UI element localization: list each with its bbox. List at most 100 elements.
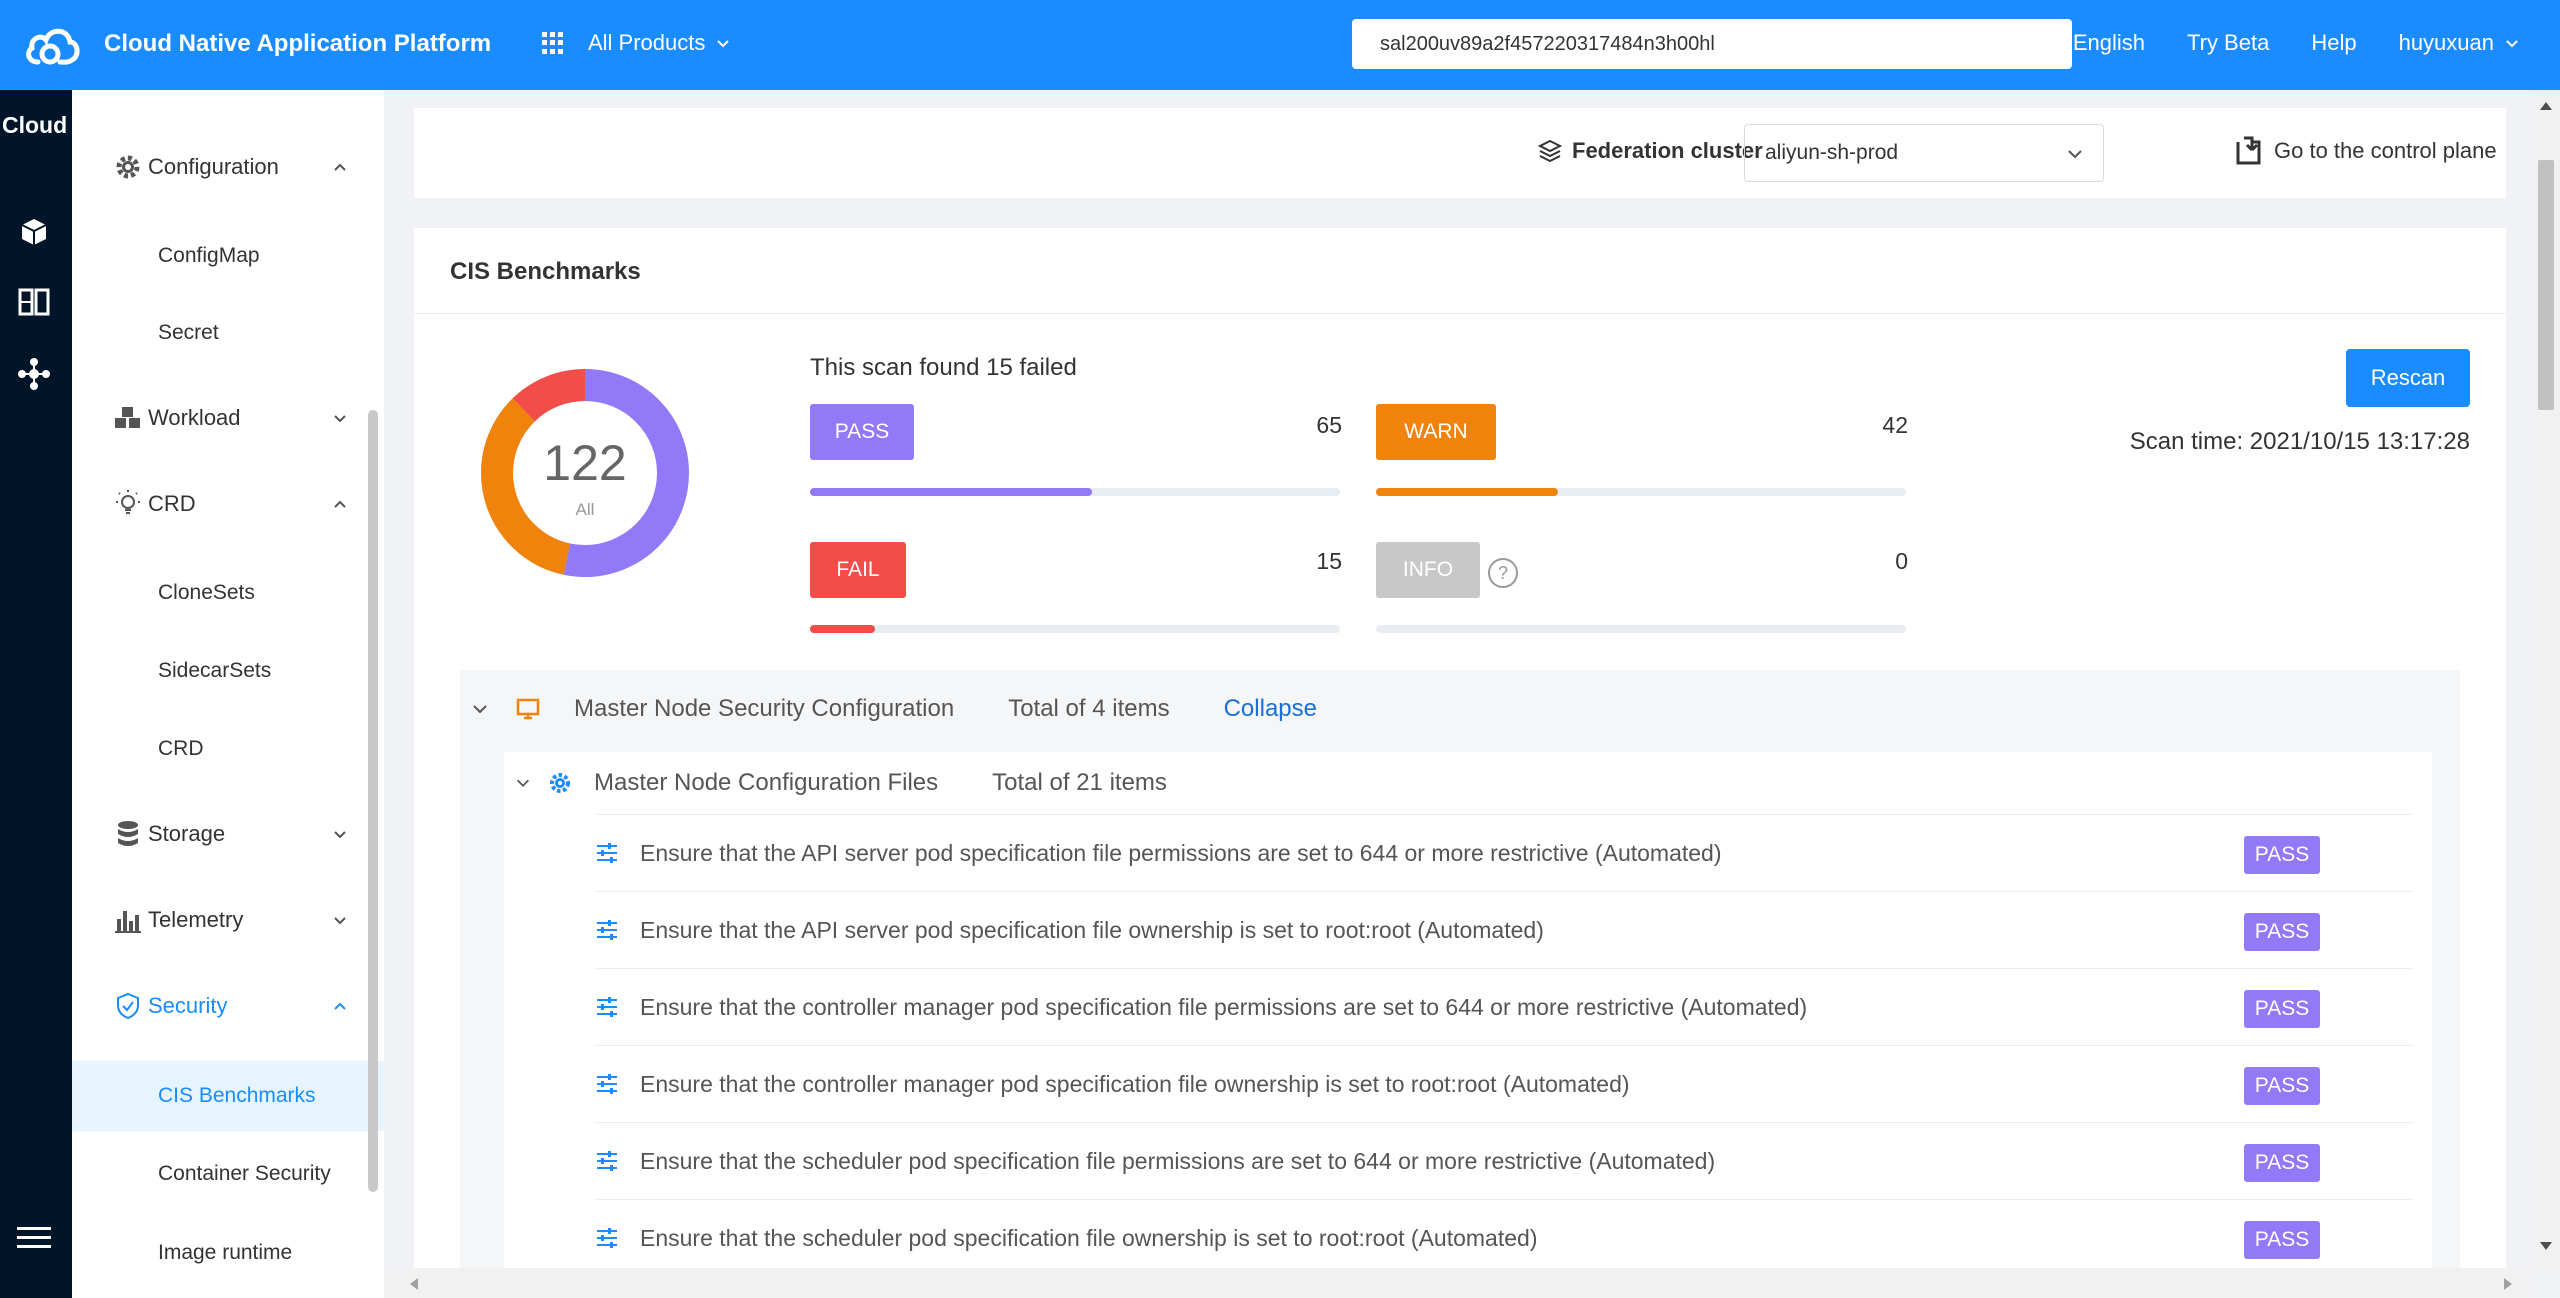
- scroll-right-arrow-icon[interactable]: [2502, 1277, 2514, 1291]
- shield-icon: [114, 992, 142, 1020]
- pass-badge: PASS: [810, 404, 914, 460]
- status-badge: PASS: [2244, 913, 2320, 951]
- bar-chart-icon: [114, 906, 142, 934]
- check-row[interactable]: Ensure that the scheduler pod specificat…: [594, 1199, 2414, 1270]
- question-circle-icon[interactable]: ?: [1488, 558, 1518, 588]
- app-title: Cloud Native Application Platform: [104, 30, 492, 57]
- sliders-icon: [597, 920, 617, 940]
- check-text: Ensure that the scheduler pod specificat…: [640, 1147, 1716, 1174]
- chevron-down-icon[interactable]: [470, 699, 490, 719]
- info-progress: [1376, 625, 1906, 633]
- rescan-button[interactable]: Rescan: [2346, 349, 2470, 407]
- lightbulb-icon: [114, 490, 142, 518]
- sidebar-item-container-security[interactable]: Container Security: [72, 1139, 384, 1209]
- network-icon[interactable]: [14, 354, 54, 394]
- sliders-icon: [597, 997, 617, 1017]
- rail-title: Cloud: [2, 112, 68, 138]
- columns-icon[interactable]: [14, 282, 54, 322]
- top-bar: Cloud Native Application Platform All Pr…: [0, 0, 2560, 90]
- all-products-menu[interactable]: All Products: [542, 30, 731, 56]
- scroll-up-arrow-icon[interactable]: [2539, 100, 2553, 112]
- sliders-icon: [597, 1074, 617, 1094]
- control-plane-link[interactable]: Go to the control plane: [2234, 136, 2497, 166]
- page-vertical-scrollbar[interactable]: [2532, 90, 2560, 1270]
- search-input[interactable]: sal200uv89a2f457220317484n3h00hl: [1352, 19, 2072, 69]
- scroll-left-arrow-icon[interactable]: [408, 1277, 420, 1291]
- user-menu[interactable]: huyuxuan: [2399, 30, 2520, 56]
- username: huyuxuan: [2398, 30, 2494, 55]
- chevron-down-icon: [334, 415, 346, 423]
- pass-progress-fill: [810, 488, 1093, 496]
- federation-panel: Federation cluster aliyun-sh-prod Go to …: [414, 108, 2506, 198]
- sidebar-item-cis-benchmarks[interactable]: CIS Benchmarks: [72, 1061, 384, 1131]
- federation-label-group: Federation cluster: [1538, 138, 1763, 164]
- config-files-subsection: Master Node Configuration Files Total of…: [504, 752, 2432, 1270]
- warn-count: 42: [1882, 412, 1908, 438]
- chevron-down-icon[interactable]: [514, 774, 532, 792]
- chevron-up-icon: [334, 1002, 346, 1010]
- federation-label: Federation cluster: [1572, 138, 1763, 163]
- grid-icon: [542, 32, 564, 54]
- check-text: Ensure that the API server pod specifica…: [640, 916, 1544, 943]
- check-row[interactable]: Ensure that the controller manager pod s…: [594, 968, 2414, 1045]
- warn-progress: [1376, 488, 1906, 496]
- sidebar-group-security[interactable]: Security: [114, 986, 374, 1026]
- sliders-icon: [597, 1228, 617, 1248]
- sidebar-item-sidecarsets[interactable]: SidecarSets: [72, 636, 384, 706]
- status-badge: PASS: [2244, 836, 2320, 874]
- enter-icon: [2236, 136, 2261, 165]
- pass-progress: [810, 488, 1340, 496]
- sidebar-group-configuration[interactable]: Configuration: [114, 147, 374, 187]
- chevron-up-icon: [334, 500, 346, 508]
- sidebar-group-workload[interactable]: Workload: [114, 398, 374, 438]
- status-badge: PASS: [2244, 1067, 2320, 1105]
- sidebar-scrollbar[interactable]: [368, 410, 378, 1192]
- sidebar-group-label: Configuration: [148, 154, 279, 179]
- info-count: 0: [1895, 548, 1908, 574]
- cloud-logo-icon[interactable]: [24, 22, 80, 68]
- sidebar-group-crd[interactable]: CRD: [114, 484, 374, 524]
- check-row[interactable]: Ensure that the API server pod specifica…: [594, 891, 2414, 968]
- sidebar-group-storage[interactable]: Storage: [114, 814, 374, 854]
- cube-icon[interactable]: [14, 212, 54, 252]
- federation-cluster-select[interactable]: aliyun-sh-prod: [1744, 124, 2104, 182]
- sidebar-group-label: Telemetry: [148, 907, 244, 932]
- sidebar-item-secret[interactable]: Secret: [72, 298, 384, 368]
- sidebar-item-image-runtime[interactable]: Image runtime: [72, 1218, 384, 1288]
- layers-icon: [1538, 139, 1562, 163]
- cis-benchmarks-panel: CIS Benchmarks 122 All This scan found 1…: [414, 228, 2506, 1270]
- monitor-icon: [516, 698, 540, 720]
- sidebar-group-label: CRD: [148, 491, 196, 516]
- warn-badge: WARN: [1376, 404, 1496, 460]
- scan-time: Scan time: 2021/10/15 13:17:28: [2129, 428, 2470, 455]
- check-row[interactable]: Ensure that the scheduler pod specificat…: [594, 1122, 2414, 1199]
- sidebar-item-configmap[interactable]: ConfigMap: [72, 221, 384, 291]
- sidebar-item-clonesets[interactable]: CloneSets: [72, 558, 384, 628]
- check-row[interactable]: Ensure that the API server pod specifica…: [594, 814, 2414, 891]
- cubes-icon: [114, 404, 142, 432]
- try-beta-link[interactable]: Try Beta: [2187, 30, 2269, 56]
- fail-progress: [810, 625, 1340, 633]
- page-horizontal-scrollbar[interactable]: [384, 1268, 2532, 1298]
- collapse-link[interactable]: Collapse: [1224, 695, 1317, 723]
- check-row[interactable]: Ensure that the controller manager pod s…: [594, 1045, 2414, 1122]
- sidebar-group-label: Security: [148, 993, 228, 1018]
- language-link[interactable]: English: [2073, 30, 2145, 56]
- left-rail: Cloud: [0, 90, 72, 1298]
- subsection-header: Master Node Configuration Files Total of…: [504, 752, 1167, 814]
- total-label: All: [576, 500, 595, 519]
- sidebar-group-label: Storage: [148, 821, 226, 846]
- help-link[interactable]: Help: [2311, 30, 2356, 56]
- scroll-down-arrow-icon[interactable]: [2539, 1240, 2553, 1252]
- vertical-scroll-thumb[interactable]: [2538, 160, 2554, 410]
- hamburger-menu-icon[interactable]: [14, 1218, 54, 1258]
- control-plane-label: Go to the control plane: [2274, 138, 2497, 163]
- chevron-down-icon: [717, 40, 730, 48]
- status-badge: PASS: [2244, 1221, 2320, 1259]
- sidebar-group-label: Workload: [148, 405, 241, 430]
- sidebar-item-crd[interactable]: CRD: [72, 714, 384, 784]
- section-header: Master Node Security Configuration Total…: [460, 670, 2460, 748]
- chevron-down-icon: [2068, 150, 2082, 159]
- chevron-down-icon: [2506, 40, 2518, 48]
- sidebar-group-telemetry[interactable]: Telemetry: [114, 900, 374, 940]
